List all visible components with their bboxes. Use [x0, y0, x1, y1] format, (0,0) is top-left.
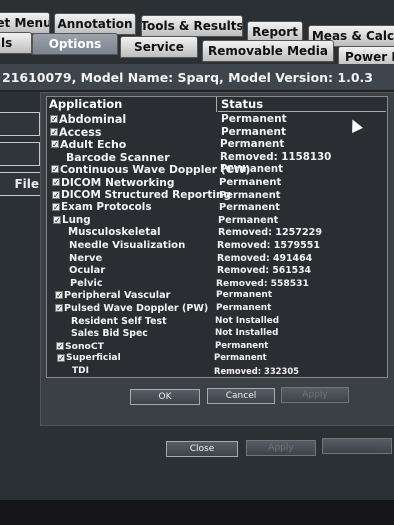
table-row[interactable]: Needle Visualization Removed: 1579551: [47, 239, 387, 252]
row-checkbox[interactable]: ✓: [50, 127, 58, 136]
row-checkbox[interactable]: ✓: [53, 215, 61, 224]
file-label: File: [14, 177, 39, 191]
application-name: Needle Visualization: [69, 239, 186, 251]
row-checkbox[interactable]: ✓: [52, 190, 60, 199]
close-button[interactable]: Close: [166, 441, 238, 457]
application-name: DICOM Networking: [61, 175, 175, 189]
application-name: Lung: [62, 213, 91, 226]
row-checkbox[interactable]: ✓: [51, 165, 59, 174]
table-row[interactable]: Pelvic Removed: 558531: [47, 277, 387, 290]
table-row[interactable]: ✓ Superficial Permanent: [47, 352, 387, 365]
table-row[interactable]: ✓ SonoCT Permanent: [47, 340, 387, 353]
row-checkbox[interactable]: ✓: [56, 341, 64, 350]
application-status: Permanent: [215, 340, 269, 351]
row-checkbox[interactable]: ✓: [52, 177, 60, 186]
apply-button[interactable]: Apply: [281, 387, 349, 403]
application-status: Permanent: [220, 138, 285, 151]
application-status: Removed: 1257229: [218, 227, 323, 239]
table-row[interactable]: TDI Removed: 332305: [47, 365, 387, 377]
system-info-bar: 21610079, Model Name: Sparq, Model Versi…: [0, 64, 394, 92]
table-row[interactable]: ✓ Lung Permanent: [47, 214, 387, 227]
row-checkbox[interactable]: ✓: [55, 303, 63, 312]
row-checkbox[interactable]: ✓: [52, 203, 60, 212]
table-row[interactable]: ✓ DICOM Structured Reporting Permanent: [47, 189, 387, 202]
application-name: Access: [59, 125, 102, 139]
application-status: Removed: 558531: [216, 277, 309, 289]
tab-setup-menu[interactable]: et Menu: [0, 12, 50, 34]
cancel-button[interactable]: Cancel: [207, 388, 275, 404]
column-header-status: Status: [218, 97, 386, 112]
tab-tools-results[interactable]: Tools & Results: [141, 15, 243, 37]
table-row[interactable]: ✓ Continuous Wave Doppler (CW) Permanent: [47, 163, 387, 176]
application-status: Permanent: [214, 377, 265, 378]
table-row[interactable]: Barcode Scanner Removed: 1158130: [47, 151, 387, 164]
ultrasound-screen: et Menu Annotation Tools & Results Repor…: [0, 0, 394, 500]
tab-removable-media[interactable]: Removable Media: [202, 40, 334, 62]
application-name: Ocular: [69, 265, 106, 277]
application-status: Permanent: [216, 290, 273, 301]
application-status: Removed: 332305: [214, 365, 299, 376]
application-name: SonoCT: [65, 340, 104, 352]
application-status: Not Installed: [215, 328, 279, 339]
left-panel-box-1[interactable]: [0, 112, 40, 136]
ok-button[interactable]: OK: [130, 389, 200, 405]
application-status: Not Installed: [215, 315, 280, 326]
table-row[interactable]: ✓ Peripheral Vascular Permanent: [47, 289, 387, 302]
table-row[interactable]: ✓TraumaPermanent: [47, 377, 387, 378]
application-name: Abdominal: [59, 113, 127, 126]
application-status: Permanent: [221, 113, 287, 125]
row-checkbox[interactable]: ✓: [57, 354, 65, 363]
table-row[interactable]: Nerve Removed: 491464: [47, 252, 387, 265]
application-status: Permanent: [218, 214, 279, 226]
application-name: Resident Self Test: [71, 315, 167, 327]
tab-annotation[interactable]: Annotation: [54, 13, 136, 35]
table-row[interactable]: Sales Bid Spec Not Installed: [47, 327, 387, 340]
application-status: Permanent: [214, 353, 267, 364]
bottom-apply-button[interactable]: Apply: [246, 440, 316, 456]
left-panel-box-2[interactable]: [0, 142, 40, 166]
application-name: Barcode Scanner: [66, 150, 170, 164]
table-row[interactable]: ✓ Access Permanent: [47, 126, 387, 139]
application-name: Pulsed Wave Doppler (PW): [64, 302, 209, 314]
row-checkbox[interactable]: ✓: [51, 140, 59, 149]
application-name: Musculoskeletal: [68, 227, 161, 239]
application-name: Peripheral Vascular: [64, 290, 171, 302]
application-name: Sales Bid Spec: [71, 328, 148, 340]
application-rows: ✓ Abdominal Permanent ✓ Access Permanent ✓ Adul…: [47, 113, 387, 378]
application-name: Pelvic: [70, 277, 103, 289]
table-row[interactable]: Resident Self Test Not Installed: [47, 315, 387, 328]
application-status: Permanent: [219, 202, 280, 214]
application-status: Permanent: [219, 189, 281, 201]
table-row[interactable]: Musculoskeletal Removed: 1257229: [47, 226, 387, 239]
application-name: Trauma: [66, 377, 103, 378]
column-header-application: Application: [47, 97, 217, 112]
table-row[interactable]: ✓ Abdominal Permanent: [47, 113, 387, 126]
tab-service[interactable]: Service: [120, 36, 198, 58]
row-checkbox[interactable]: ✓: [55, 291, 63, 300]
application-name: DICOM Structured Reporting: [61, 188, 232, 201]
application-name: Adult Echo: [60, 138, 127, 152]
tab-options[interactable]: Options: [32, 33, 118, 55]
application-status: Removed: 561534: [217, 265, 312, 277]
table-row[interactable]: ✓ DICOM Networking Permanent: [47, 176, 387, 189]
application-status: Removed: 1158130: [220, 150, 332, 163]
application-status: Permanent: [220, 164, 283, 176]
application-name: Nerve: [69, 252, 103, 264]
application-status: Permanent: [221, 125, 287, 138]
application-name: TDI: [72, 365, 89, 376]
application-name: Exam Protocols: [61, 201, 152, 214]
table-row[interactable]: ✓ Exam Protocols Permanent: [47, 201, 387, 214]
table-row[interactable]: Ocular Removed: 561534: [47, 264, 387, 277]
table-row[interactable]: ✓ Adult Echo Permanent: [47, 138, 387, 151]
application-status: Permanent: [219, 176, 282, 188]
table-row[interactable]: ✓ Pulsed Wave Doppler (PW) Permanent: [47, 302, 387, 315]
application-status: Removed: 1579551: [217, 239, 320, 251]
application-status: Permanent: [216, 302, 272, 313]
application-name: Superficial: [66, 353, 121, 364]
application-status: Removed: 491464: [217, 252, 313, 264]
tab-tools[interactable]: ls: [0, 32, 32, 54]
application-table: Application Status ✓ Abdominal Permanent ✓ A…: [46, 96, 388, 378]
bottom-extra-button[interactable]: [322, 438, 392, 454]
row-checkbox[interactable]: ✓: [50, 115, 58, 124]
